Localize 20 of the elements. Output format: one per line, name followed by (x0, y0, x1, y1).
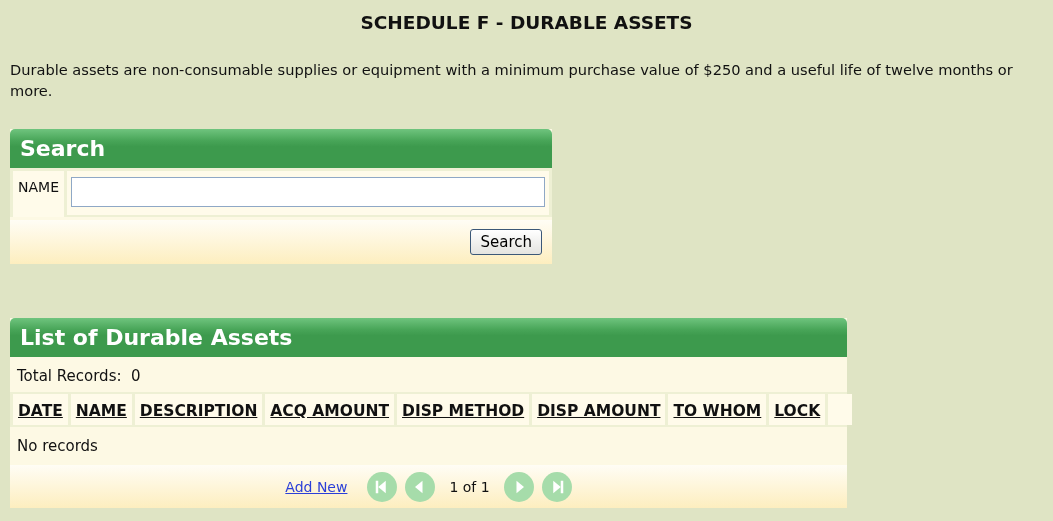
add-new-link[interactable]: Add New (285, 478, 348, 495)
name-input-field[interactable] (71, 177, 545, 207)
empty-message: No records (17, 437, 98, 455)
table-header-cell (828, 394, 853, 425)
column-header[interactable]: DESCRIPTION (134, 394, 263, 425)
field-label: NAME (13, 171, 64, 217)
column-header[interactable]: TO WHOM (668, 394, 767, 425)
page-title: SCHEDULE F - DURABLE ASSETS (359, 12, 694, 33)
page-info: 1 of 1 (449, 478, 490, 495)
panel-header: Search (10, 129, 552, 168)
panel-header: List of Durable Assets (10, 318, 847, 357)
description-text: Durable assets are non-consumable supplies or equipment with a minimum purchase value of $250 and a useful life of twelve months or more. (10, 60, 1014, 101)
column-header[interactable]: DISP AMOUNT (532, 394, 666, 425)
column-header[interactable]: ACQ AMOUNT (265, 394, 395, 425)
column-header[interactable]: NAME (70, 394, 132, 425)
total-records-text: Total Records: 0 (17, 367, 141, 385)
search-button[interactable]: Search (470, 229, 542, 255)
column-header[interactable]: DATE (13, 394, 68, 425)
column-header[interactable]: DISP METHOD (397, 394, 530, 425)
column-header[interactable]: LOCK (769, 394, 826, 425)
